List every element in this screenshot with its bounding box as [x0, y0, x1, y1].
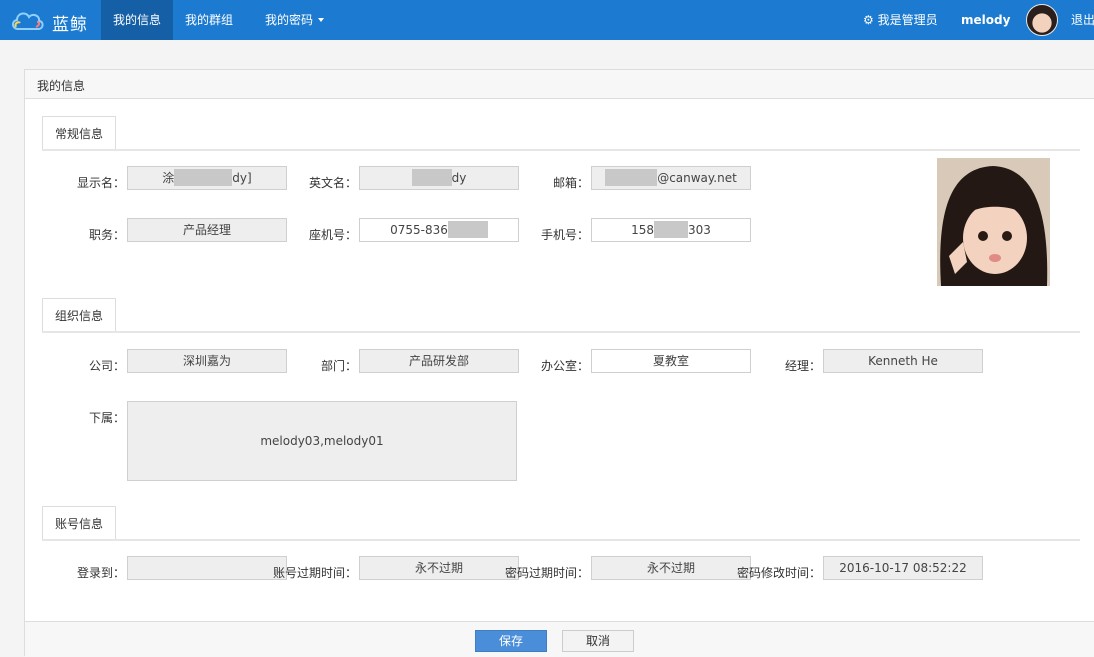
email-field[interactable]: @canway.net — [591, 166, 751, 190]
portrait-image — [937, 158, 1050, 286]
section-title: 组织信息 — [55, 309, 104, 323]
brand-logo[interactable]: 蓝鲸 — [10, 4, 90, 36]
section-title: 常规信息 — [55, 127, 104, 141]
subordinates-field[interactable]: melody03,melody01 — [127, 401, 517, 481]
position-field[interactable]: 产品经理 — [127, 218, 287, 242]
manager-field[interactable]: Kenneth He — [823, 349, 983, 373]
redaction-mask — [411, 169, 452, 186]
top-navbar: 蓝鲸 我的信息 我的群组 我的密码 ⚙ 我是管理员 melody 退出 — [0, 0, 1094, 40]
login-to-label: 登录到： — [76, 566, 125, 580]
gear-icon: ⚙ — [863, 13, 874, 27]
department-label: 部门： — [320, 359, 357, 373]
phone-field[interactable]: 0755-836 — [359, 218, 519, 242]
mobile-label: 手机号： — [540, 228, 589, 242]
position-label: 职务： — [88, 228, 125, 242]
redaction-mask — [605, 169, 658, 186]
nav-item-label: 我的群组 — [185, 13, 234, 27]
panel-header: 我的信息 — [25, 70, 1094, 99]
field-text: @canway.net — [657, 171, 737, 185]
admin-label: 我是管理员 — [877, 13, 938, 27]
brand-name: 蓝鲸 — [52, 15, 88, 35]
nav-item-my-groups[interactable]: 我的群组 — [173, 0, 245, 40]
panel-title: 我的信息 — [37, 79, 86, 93]
english-name-field[interactable]: dy — [359, 166, 519, 190]
phone-label: 座机号： — [308, 228, 357, 242]
logout-label: 退出 — [1071, 13, 1094, 27]
section-tab-org: 组织信息 — [42, 298, 117, 332]
profile-photo[interactable] — [937, 158, 1050, 286]
email-label: 邮箱： — [552, 176, 589, 190]
redaction-mask — [654, 221, 688, 238]
password-modified-label: 密码修改时间： — [736, 566, 821, 580]
office-label: 办公室： — [540, 359, 589, 373]
subordinates-label: 下属： — [88, 411, 125, 425]
avatar[interactable] — [1026, 4, 1058, 36]
manager-label: 经理： — [784, 359, 821, 373]
mobile-field[interactable]: 158 303 — [591, 218, 751, 242]
logout-link[interactable]: 退出 — [1060, 0, 1094, 40]
nav-item-label: 我的密码 — [265, 13, 314, 27]
department-field[interactable]: 产品研发部 — [359, 349, 519, 373]
username: melody — [961, 13, 1011, 27]
field-text: 涂 — [162, 171, 175, 185]
section-divider — [42, 331, 1080, 333]
cancel-button[interactable]: 取消 — [562, 630, 634, 652]
section-tab-account: 账号信息 — [42, 506, 117, 540]
nav-item-label: 我的信息 — [113, 13, 162, 27]
display-name-field[interactable]: 涂 dy] — [127, 166, 287, 190]
english-name-label: 英文名： — [308, 176, 357, 190]
password-modified-field[interactable]: 2016-10-17 08:52:22 — [823, 556, 983, 580]
cloud-logo-icon — [12, 12, 44, 30]
nav-item-my-password[interactable]: 我的密码 — [253, 0, 336, 40]
section-title: 账号信息 — [55, 517, 104, 531]
section-divider — [42, 149, 1080, 151]
field-text: 0755-836 — [390, 223, 448, 237]
field-text: 303 — [688, 223, 711, 237]
field-text: dy — [451, 171, 467, 185]
save-button[interactable]: 保存 — [475, 630, 547, 652]
account-expire-label: 账号过期时间： — [272, 566, 357, 580]
form-footer: 保存 取消 — [25, 621, 1094, 657]
nav-item-my-info[interactable]: 我的信息 — [101, 0, 174, 40]
redaction-mask — [447, 221, 488, 238]
section-tab-general: 常规信息 — [42, 116, 117, 150]
chevron-down-icon — [318, 18, 325, 22]
field-text: 158 — [631, 223, 654, 237]
office-field[interactable]: 夏教室 — [591, 349, 751, 373]
redaction-mask — [174, 169, 233, 186]
username-link[interactable]: melody — [949, 0, 1022, 40]
company-field[interactable]: 深圳嘉为 — [127, 349, 287, 373]
password-expire-label: 密码过期时间： — [504, 566, 589, 580]
admin-link[interactable]: ⚙ 我是管理员 — [851, 0, 950, 40]
profile-panel: 我的信息 常规信息 显示名： 涂 dy] 英文名： dy 邮箱： @canway.… — [24, 69, 1094, 657]
display-name-label: 显示名： — [76, 176, 125, 190]
company-label: 公司： — [88, 359, 125, 373]
field-text: dy] — [232, 171, 252, 185]
section-divider — [42, 539, 1080, 541]
